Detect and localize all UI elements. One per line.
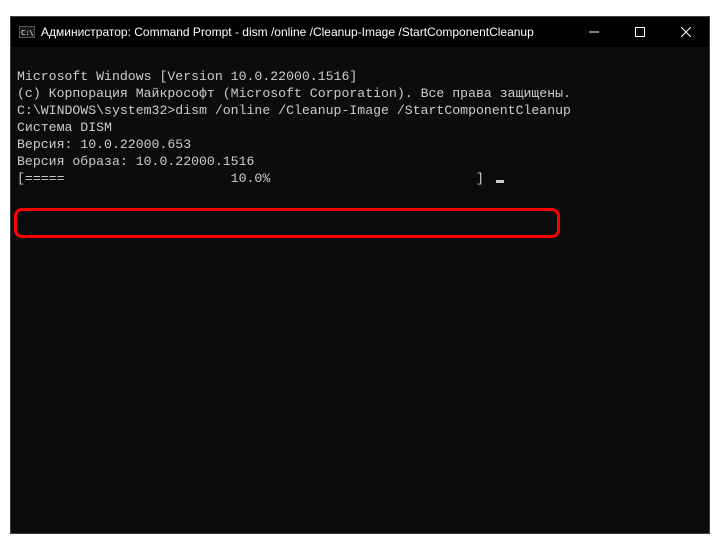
highlight-rectangle [14, 208, 560, 238]
output-line: Cистема DISM [17, 119, 703, 136]
terminal-output[interactable]: Microsoft Windows [Version 10.0.22000.15… [11, 47, 709, 533]
progress-text: [===== 10.0% ] [17, 171, 492, 186]
cmd-icon: C:\ [19, 24, 35, 40]
command-prompt-window: C:\ Администратор: Command Prompt - dism… [10, 16, 710, 534]
window-title: Администратор: Command Prompt - dism /on… [41, 25, 571, 39]
minimize-button[interactable] [571, 17, 617, 47]
cursor [496, 180, 504, 183]
output-line: Версия: 10.0.22000.653 [17, 136, 703, 153]
progress-line: [===== 10.0% ] [17, 170, 703, 187]
svg-text:C:\: C:\ [21, 29, 34, 37]
output-line: (c) Корпорация Майкрософт (Microsoft Cor… [17, 85, 703, 102]
output-line: Microsoft Windows [Version 10.0.22000.15… [17, 68, 703, 85]
output-line: Версия образа: 10.0.22000.1516 [17, 153, 703, 170]
window-controls [571, 17, 709, 47]
close-button[interactable] [663, 17, 709, 47]
titlebar[interactable]: C:\ Администратор: Command Prompt - dism… [11, 17, 709, 47]
maximize-button[interactable] [617, 17, 663, 47]
prompt-line: C:\WINDOWS\system32>dism /online /Cleanu… [17, 102, 703, 119]
